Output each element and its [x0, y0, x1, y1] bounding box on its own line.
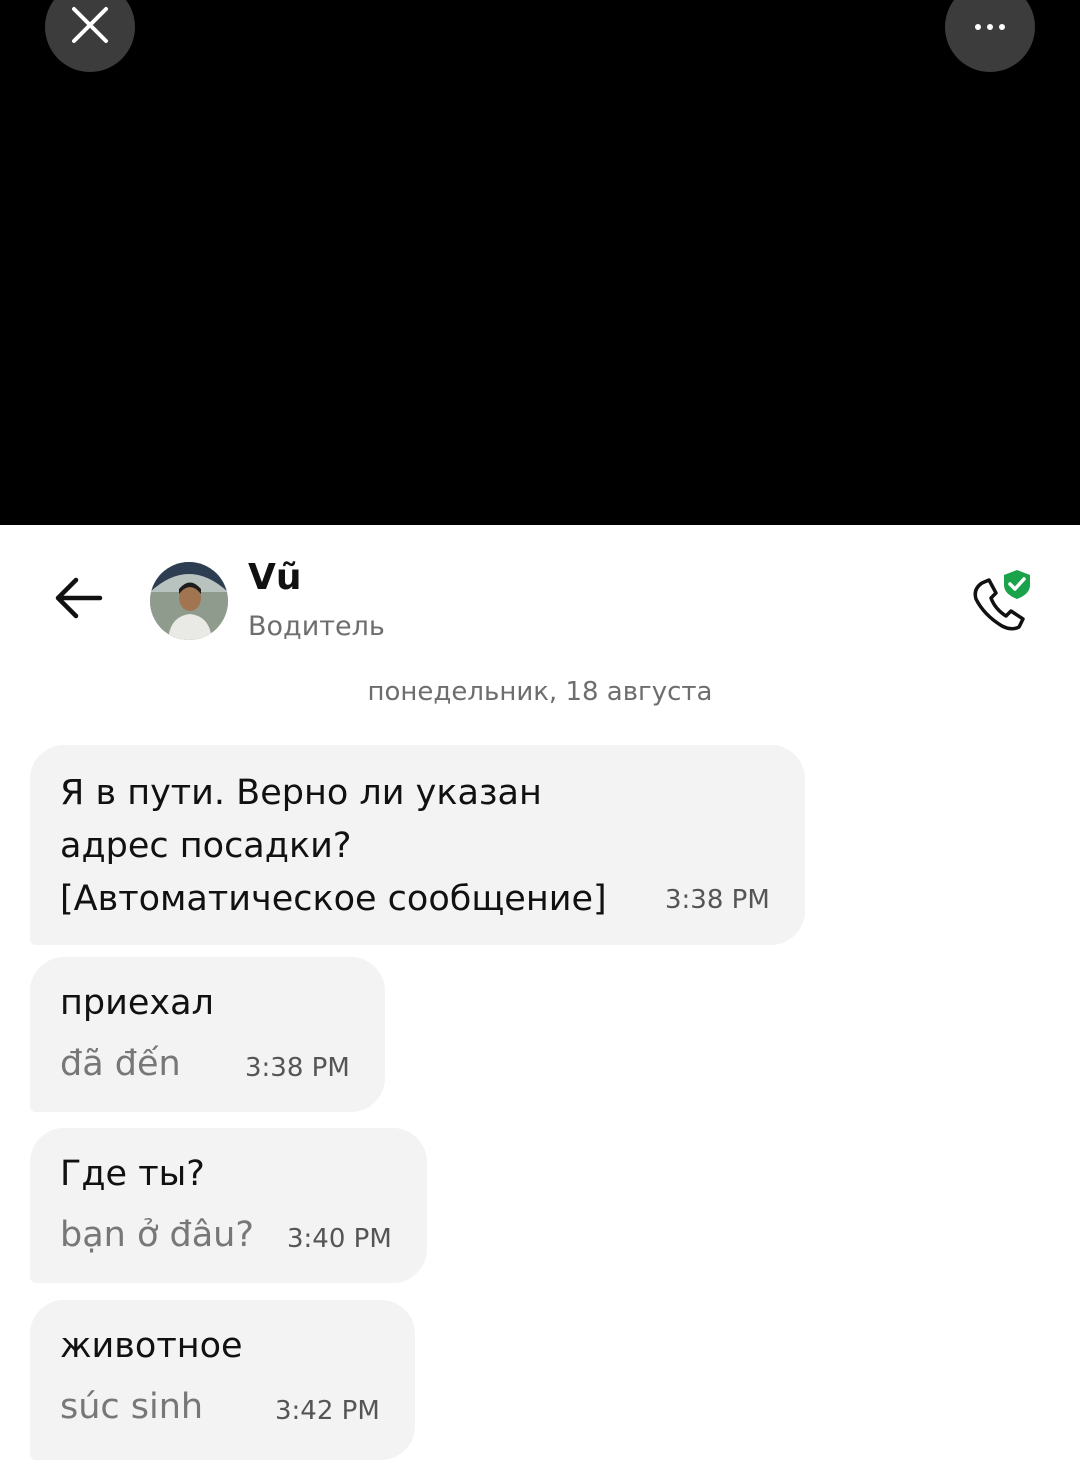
- avatar[interactable]: [150, 562, 228, 640]
- message-text: приехал: [60, 983, 214, 1023]
- more-horizontal-icon: [970, 18, 1010, 37]
- call-button[interactable]: [962, 567, 1042, 637]
- back-button[interactable]: [50, 575, 106, 625]
- date-separator: понедельник, 18 августа: [367, 677, 713, 707]
- close-icon: [70, 5, 110, 49]
- message-bubble[interactable]: животное súc sinh 3:42 PM: [30, 1300, 415, 1460]
- chat-screen: Vũ Водитель понедельник, 18 августа Я в …: [0, 525, 1080, 1460]
- media-viewer: [0, 0, 1080, 525]
- contact-name: Vũ: [248, 557, 302, 598]
- message-text: Где ты?: [60, 1154, 205, 1194]
- message-bubble[interactable]: Где ты? bạn ở đâu? 3:40 PM: [30, 1128, 427, 1283]
- message-bubble[interactable]: Я в пути. Верно ли указан адрес посадки?…: [30, 745, 805, 945]
- message-time: 3:38 PM: [665, 885, 770, 915]
- message-bubble[interactable]: приехал đã đến 3:38 PM: [30, 957, 385, 1112]
- more-options-button[interactable]: [945, 0, 1035, 72]
- message-time: 3:38 PM: [245, 1053, 350, 1083]
- message-time: 3:40 PM: [287, 1224, 392, 1254]
- contact-role: Водитель: [248, 611, 385, 642]
- message-text: животное: [60, 1326, 243, 1366]
- message-time: 3:42 PM: [275, 1396, 380, 1426]
- phone-shield-check-icon: [962, 568, 1042, 641]
- arrow-left-icon: [52, 576, 104, 624]
- close-button[interactable]: [45, 0, 135, 72]
